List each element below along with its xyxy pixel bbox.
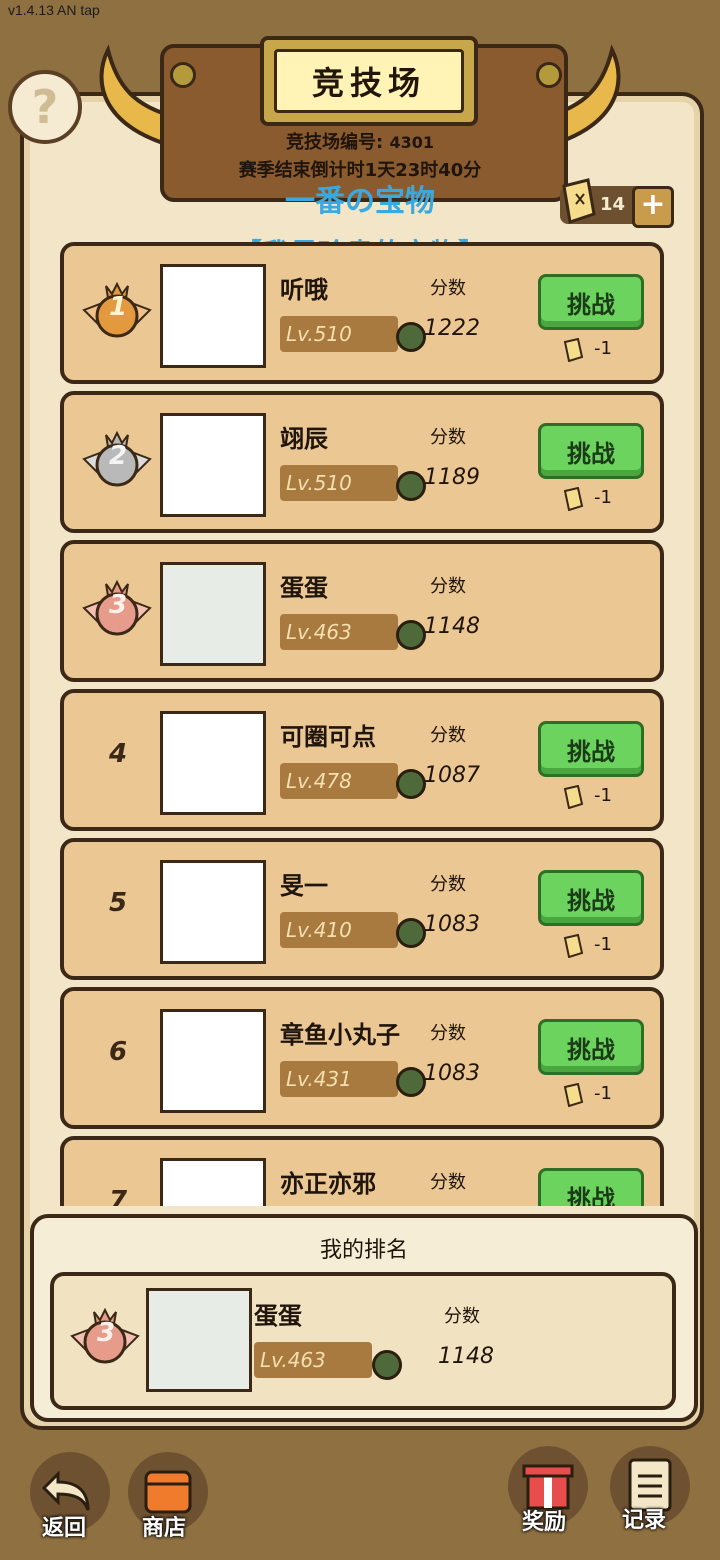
score-value: 1148 [438, 1344, 494, 1369]
avatar[interactable] [160, 264, 266, 368]
list-item: 1 听哦 分数 Lv.510 1222 挑战 -1 [60, 242, 664, 384]
title-plate: 竞技场 [260, 36, 478, 126]
score-label: 分数 [430, 874, 466, 895]
level-badge: Lv.510 [280, 465, 398, 501]
bolt-icon [170, 62, 196, 88]
score-coin-icon [396, 769, 426, 799]
score-value: 1087 [424, 763, 480, 788]
score-value: 1148 [424, 614, 480, 639]
challenge-button[interactable]: 挑战 [538, 721, 644, 777]
score-label: 分数 [430, 278, 466, 299]
challenge-button[interactable]: 挑战 [538, 870, 644, 926]
avatar[interactable] [160, 1009, 266, 1113]
my-ranking-row: 3 蛋蛋 分数 Lv.463 1148 [50, 1272, 676, 1410]
level-badge: Lv.510 [280, 316, 398, 352]
my-ranking-title: 我的排名 [319, 1238, 408, 1263]
level-badge: Lv.463 [254, 1342, 372, 1378]
score-coin-icon [396, 471, 426, 501]
rewards-label[interactable]: 奖励 [522, 1504, 566, 1536]
bolt-icon [536, 62, 562, 88]
score-coin-icon [372, 1350, 402, 1380]
challenge-button[interactable]: 挑战 [538, 423, 644, 479]
list-item: 4 可圈可点 分数 Lv.478 1087 挑战 -1 [60, 689, 664, 831]
avatar[interactable] [160, 562, 266, 666]
shop-label[interactable]: 商店 [142, 1510, 186, 1542]
challenge-button[interactable]: 挑战 [538, 1019, 644, 1075]
rank-number: 5 [108, 888, 128, 918]
rank-number: 3 [96, 1318, 116, 1348]
list-item: 6 章鱼小丸子 分数 Lv.431 1083 挑战 -1 [60, 987, 664, 1129]
ticket-icon [563, 487, 584, 511]
challenge-cost: -1 [594, 1083, 612, 1104]
score-label: 分数 [430, 576, 466, 597]
score-value: 1222 [424, 316, 480, 341]
challenge-cost: -1 [594, 934, 612, 955]
score-label: 分数 [430, 725, 466, 746]
arena-number: 竞技场编号: 4301 [285, 132, 434, 153]
avatar[interactable] [160, 413, 266, 517]
add-ticket-button[interactable]: + [632, 186, 674, 228]
back-label[interactable]: 返回 [42, 1510, 86, 1542]
avatar[interactable] [160, 1158, 266, 1206]
ticket-icon [562, 178, 596, 224]
player-name: 可圈可点 [280, 723, 376, 751]
rank-number: 3 [108, 590, 128, 620]
my-ranking-panel: 我的排名 3 蛋蛋 分数 Lv.463 1148 [30, 1214, 698, 1422]
ticket-icon [563, 338, 584, 362]
list-item: 7 亦正亦邪 分数 挑战 [60, 1136, 664, 1206]
challenge-button[interactable]: 挑战 [538, 1168, 644, 1206]
rank-number: 1 [108, 292, 128, 322]
player-name: 蛋蛋 [280, 574, 328, 602]
score-label: 分数 [430, 427, 466, 448]
ranking-list[interactable]: 1 听哦 分数 Lv.510 1222 挑战 -1 2 翊辰 分数 Lv.510… [40, 236, 680, 1206]
avatar[interactable] [160, 860, 266, 964]
score-value: 1189 [424, 465, 480, 490]
player-name: 翊辰 [280, 425, 328, 453]
score-value: 1083 [424, 912, 480, 937]
score-coin-icon [396, 322, 426, 352]
player-name: 听哦 [280, 276, 328, 304]
score-coin-icon [396, 620, 426, 650]
rank-number: 6 [108, 1037, 128, 1067]
avatar[interactable] [160, 711, 266, 815]
player-name: 蛋蛋 [254, 1302, 302, 1330]
challenge-cost: -1 [594, 487, 612, 508]
rank-number: 7 [108, 1186, 128, 1206]
version-label: v1.4.13 AN tap [8, 2, 100, 18]
score-label: 分数 [430, 1172, 466, 1193]
level-badge: Lv.410 [280, 912, 398, 948]
help-button[interactable]: ? [8, 70, 82, 144]
score-label: 分数 [430, 1023, 466, 1044]
ticket-icon [563, 1083, 584, 1107]
challenge-cost: -1 [594, 785, 612, 806]
score-label: 分数 [444, 1306, 480, 1327]
level-badge: Lv.463 [280, 614, 398, 650]
avatar[interactable] [146, 1288, 252, 1392]
challenge-cost: -1 [594, 338, 612, 359]
score-coin-icon [396, 918, 426, 948]
player-name: 章鱼小丸子 [280, 1021, 400, 1049]
score-value: 1083 [424, 1061, 480, 1086]
ticket-icon [563, 934, 584, 958]
ticket-count: 14 [600, 194, 626, 215]
score-coin-icon [396, 1067, 426, 1097]
level-badge: Lv.478 [280, 763, 398, 799]
player-name: 旻一 [280, 872, 328, 900]
page-title: 竞技场 [274, 49, 464, 113]
list-item: 3 蛋蛋 分数 Lv.463 1148 [60, 540, 664, 682]
rank-number: 2 [108, 441, 128, 471]
list-item: 2 翊辰 分数 Lv.510 1189 挑战 -1 [60, 391, 664, 533]
level-badge: Lv.431 [280, 1061, 398, 1097]
records-label[interactable]: 记录 [622, 1502, 666, 1534]
ticket-icon [563, 785, 584, 809]
challenge-button[interactable]: 挑战 [538, 274, 644, 330]
list-item: 5 旻一 分数 Lv.410 1083 挑战 -1 [60, 838, 664, 980]
player-name: 亦正亦邪 [280, 1170, 376, 1198]
rank-number: 4 [108, 739, 128, 769]
